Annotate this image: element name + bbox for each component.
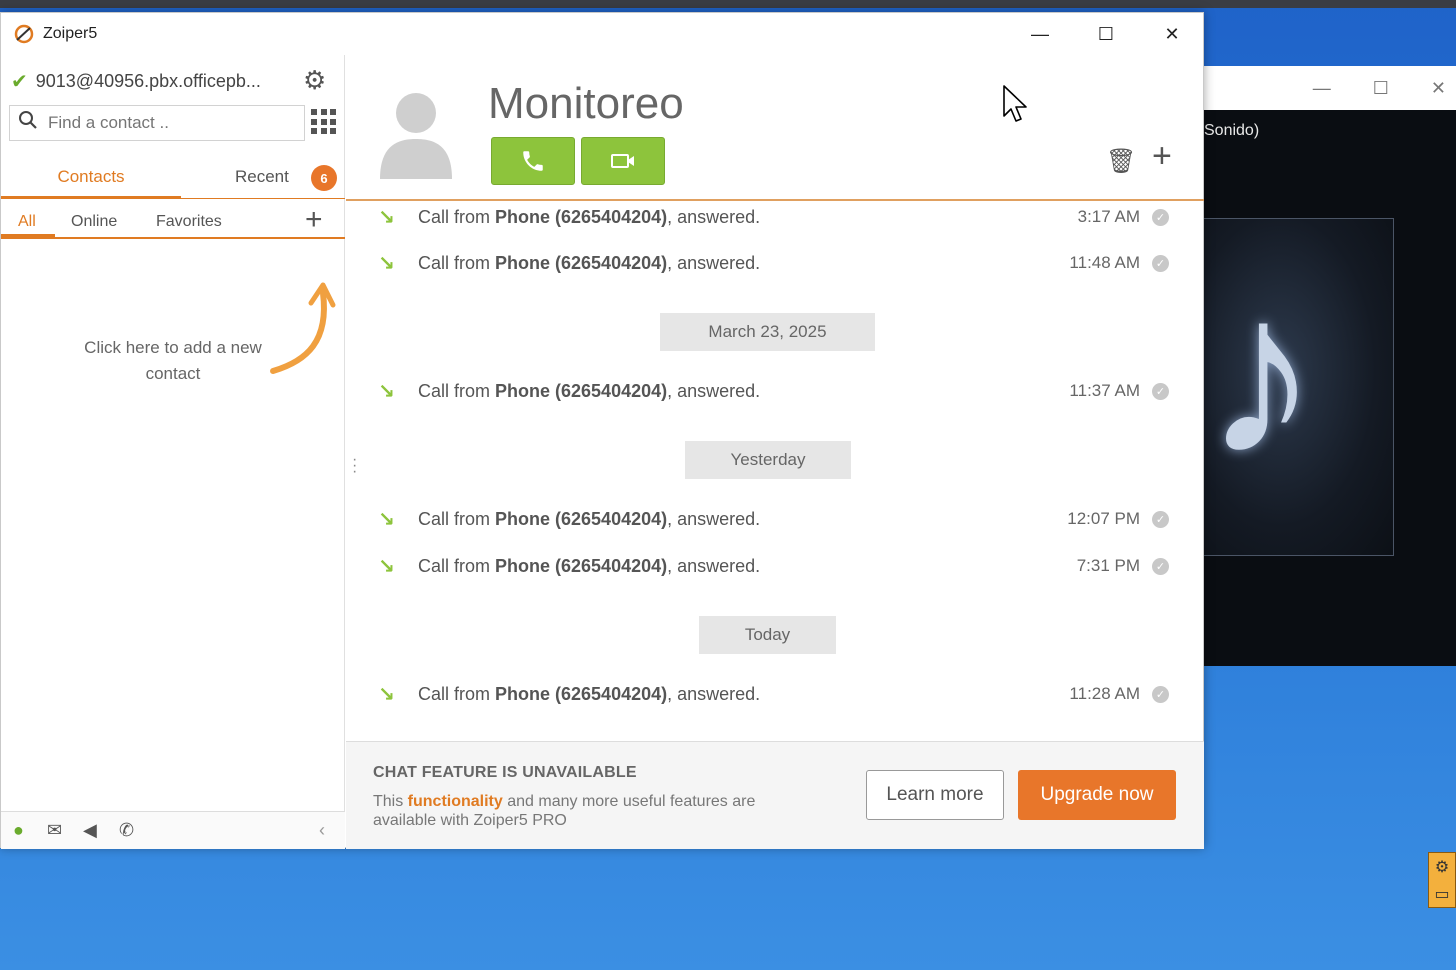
music-note-icon: ♪ [1204, 245, 1319, 502]
incoming-call-icon: ↘ [378, 509, 395, 531]
call-time: 7:31 PM [1076, 556, 1140, 575]
call-history-row: ↘ Call from Phone (6265404204), answered… [346, 379, 1204, 409]
collapse-chevron-icon[interactable]: ‹ [319, 820, 325, 841]
call-history-row: ↘ Call from Phone (6265404204), answered… [346, 205, 1204, 235]
search-input[interactable] [48, 113, 278, 133]
conversation-pane: Monitoreo 🗑 + ↘ Call from Phone (6265404… [346, 55, 1204, 849]
background-maximize-button[interactable]: ☐ [1373, 78, 1389, 99]
zoiper-window: Zoiper5 — ☐ ✕ ✔ 9013@40956.pbx.officepb.… [0, 12, 1204, 849]
contact-filter-tabs: All Online Favorites + [1, 205, 345, 239]
delivered-check-icon: ✓ [1152, 558, 1169, 575]
registered-check-icon: ✔ [11, 70, 28, 93]
audio-call-button[interactable] [491, 137, 575, 185]
delivered-check-icon: ✓ [1152, 511, 1169, 528]
call-history: ↘ Call from Phone (6265404204), answered… [346, 201, 1204, 741]
active-subtab-indicator [1, 234, 55, 238]
call-time: 12:07 PM [1067, 509, 1140, 528]
background-close-button[interactable]: ✕ [1431, 78, 1446, 99]
call-description: Call from Phone (6265404204), answered. [418, 509, 761, 529]
search-icon [18, 110, 38, 136]
contact-avatar [380, 93, 452, 179]
tab-contacts[interactable]: Contacts [1, 155, 181, 199]
close-button[interactable]: ✕ [1149, 17, 1195, 51]
delivered-check-icon: ✓ [1152, 255, 1169, 272]
call-time: 11:37 AM [1069, 381, 1140, 400]
phone-icon [523, 151, 543, 171]
incoming-call-icon: ↘ [378, 253, 395, 275]
call-history-row: ↘ Call from Phone (6265404204), answered… [346, 554, 1204, 584]
app-title: Zoiper5 [43, 25, 98, 42]
search-box[interactable] [9, 105, 305, 141]
video-call-button[interactable] [581, 137, 665, 185]
video-camera-icon [611, 154, 634, 168]
call-time: 3:17 AM [1077, 207, 1140, 226]
add-contact-hint[interactable]: Click here to add a new contact [81, 335, 265, 387]
settings-gear-icon[interactable]: ⚙ [303, 65, 326, 96]
delivered-check-icon: ✓ [1152, 383, 1169, 400]
incoming-call-icon: ↘ [378, 381, 395, 403]
pane-splitter-handle[interactable]: · · · [352, 452, 357, 480]
subtab-all[interactable]: All [18, 213, 36, 231]
upgrade-now-button[interactable]: Upgrade now [1018, 770, 1176, 820]
incoming-call-icon: ↘ [378, 207, 395, 229]
call-time: 11:28 AM [1069, 684, 1140, 703]
call-description: Call from Phone (6265404204), answered. [418, 253, 761, 273]
subtab-favorites[interactable]: Favorites [156, 213, 222, 231]
call-description: Call from Phone (6265404204), answered. [418, 381, 761, 401]
incoming-call-icon: ↘ [378, 556, 395, 578]
call-description: Call from Phone (6265404204), answered. [418, 556, 761, 576]
messages-icon[interactable]: ✉ [47, 820, 62, 841]
tray-widget[interactable]: ⚙ ▭ [1428, 852, 1456, 908]
tab-recent-label: Recent [235, 167, 289, 186]
banner-text: This functionality and many more useful … [373, 793, 756, 829]
date-separator: Yesterday [685, 441, 851, 479]
online-status-icon[interactable]: ● [13, 820, 24, 841]
contact-name: Monitoreo [488, 79, 684, 128]
date-separator: Today [699, 616, 836, 654]
minimize-button[interactable]: — [1017, 17, 1063, 51]
call-history-row: ↘ Call from Phone (6265404204), answered… [346, 251, 1204, 281]
background-window-title: Sonido) [1204, 122, 1260, 139]
recent-count-badge: 6 [311, 165, 337, 191]
delete-history-icon[interactable]: 🗑 [1106, 147, 1136, 176]
upgrade-banner: CHAT FEATURE IS UNAVAILABLE This functio… [346, 741, 1204, 849]
background-minimize-button[interactable]: — [1313, 78, 1331, 99]
desktop-top-strip [0, 0, 1456, 8]
contact-tabs: Contacts Recent 6 [1, 155, 345, 199]
incoming-call-icon: ↘ [378, 684, 395, 706]
learn-more-button[interactable]: Learn more [866, 770, 1004, 820]
call-time: 11:48 AM [1069, 253, 1140, 272]
contact-header: Monitoreo 🗑 + [346, 55, 1204, 201]
call-history-row: ↘ Call from Phone (6265404204), answered… [346, 507, 1204, 537]
speaker-icon[interactable]: ◀ [83, 820, 97, 841]
delivered-check-icon: ✓ [1152, 686, 1169, 703]
background-media-window: — ☐ ✕ Sonido) ♪ [1204, 66, 1456, 666]
status-footer: ● ✉ ◀ ✆ ‹ [1, 811, 345, 849]
music-artwork: ♪ [1204, 218, 1394, 556]
date-separator: March 23, 2025 [660, 313, 875, 351]
account-name: 9013@40956.pbx.officepb... [35, 70, 261, 91]
contacts-pane: ✔ 9013@40956.pbx.officepb... ⚙ Contacts … [1, 55, 345, 849]
call-history-row: ↘ Call from Phone (6265404204), answered… [346, 682, 1204, 712]
tray-monitor-icon: ▭ [1434, 885, 1450, 903]
hint-arrow-icon [270, 282, 336, 374]
subtab-online[interactable]: Online [71, 213, 117, 231]
add-contact-icon[interactable]: + [305, 205, 323, 235]
functionality-link[interactable]: functionality [408, 793, 503, 810]
call-description: Call from Phone (6265404204), answered. [418, 684, 761, 704]
tray-gear-icon: ⚙ [1434, 858, 1450, 876]
banner-title: CHAT FEATURE IS UNAVAILABLE [373, 764, 637, 781]
tab-recent[interactable]: Recent 6 [181, 155, 345, 199]
maximize-button[interactable]: ☐ [1083, 17, 1129, 51]
mouse-cursor-icon [1003, 85, 1027, 122]
account-status[interactable]: ✔ 9013@40956.pbx.officepb... [11, 69, 301, 93]
call-forward-icon[interactable]: ✆ [119, 820, 134, 841]
call-description: Call from Phone (6265404204), answered. [418, 207, 761, 227]
add-icon[interactable]: + [1152, 139, 1172, 173]
titlebar: Zoiper5 — ☐ ✕ [1, 13, 1203, 55]
background-window-titlebar: — ☐ ✕ [1204, 66, 1456, 110]
delivered-check-icon: ✓ [1152, 209, 1169, 226]
zoiper-logo-icon [13, 23, 35, 45]
dialpad-icon[interactable] [311, 109, 337, 135]
